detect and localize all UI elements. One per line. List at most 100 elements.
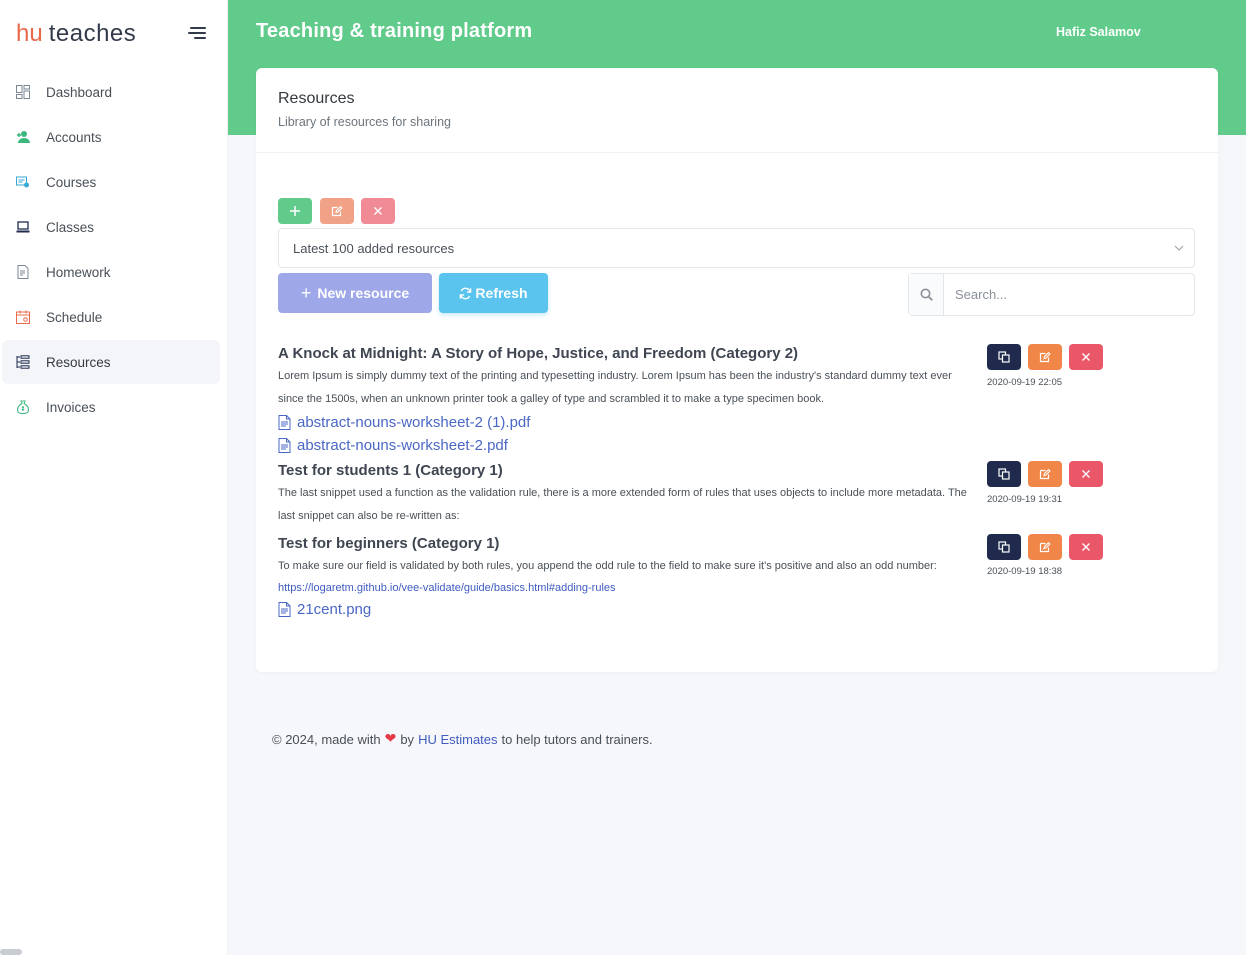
footer: © 2024, made with ❤ by HU Estimates to h… — [272, 730, 653, 749]
footer-prefix: © 2024, made with — [272, 732, 381, 747]
sidebar-item-classes[interactable]: Classes — [2, 205, 220, 249]
platform-title: Teaching & training platform — [256, 20, 533, 42]
search-box — [908, 273, 1195, 316]
delete-button[interactable] — [1069, 344, 1103, 370]
plus-icon — [290, 206, 300, 216]
resource-date: 2020-09-19 19:31 — [987, 494, 1063, 505]
refresh-label: Refresh — [475, 285, 528, 301]
user-menu[interactable]: Hafiz Salamov — [1056, 25, 1141, 39]
page-title: Resources — [278, 90, 355, 107]
delete-category-button[interactable] — [361, 198, 395, 224]
file-name: abstract-nouns-worksheet-2 (1).pdf — [297, 414, 531, 431]
delete-button[interactable] — [1069, 461, 1103, 487]
new-resource-button[interactable]: + New resource — [278, 273, 432, 313]
file-icon — [278, 438, 291, 453]
search-input[interactable] — [944, 274, 1194, 315]
user-plus-icon — [16, 130, 30, 144]
close-icon — [1082, 470, 1090, 478]
copy-icon — [998, 541, 1010, 553]
money-bag-icon — [16, 400, 30, 414]
resource-title[interactable]: Test for students 1 (Category 1) — [278, 462, 978, 480]
plus-icon: + — [300, 282, 312, 303]
edit-button[interactable] — [1028, 344, 1062, 370]
refresh-button[interactable]: Refresh — [439, 273, 548, 313]
resource-description: The last snippet used a function as the … — [278, 487, 967, 522]
sidebar-item-label: Classes — [46, 219, 95, 235]
company-link[interactable]: HU Estimates — [418, 732, 497, 747]
calendar-icon — [16, 310, 30, 324]
refresh-icon — [460, 287, 472, 299]
select-value: Latest 100 added resources — [293, 240, 455, 256]
copy-icon — [998, 351, 1010, 363]
resource-actions — [987, 534, 1103, 560]
resource-title[interactable]: Test for beginners (Category 1) — [278, 535, 978, 553]
sidebar-item-invoices[interactable]: Invoices — [2, 385, 220, 429]
resource-description: Lorem Ipsum is simply dummy text of the … — [278, 370, 952, 405]
resource-actions — [987, 461, 1103, 487]
file-name: abstract-nouns-worksheet-2.pdf — [297, 437, 508, 454]
sidebar-item-dashboard[interactable]: Dashboard — [2, 70, 220, 114]
sidebar-item-schedule[interactable]: Schedule — [2, 295, 220, 339]
heart-icon: ❤ — [384, 730, 397, 746]
close-icon — [374, 207, 382, 215]
sidebar-item-resources[interactable]: Resources — [2, 340, 220, 384]
resource-file[interactable]: abstract-nouns-worksheet-2 (1).pdf — [278, 411, 978, 434]
edit-button[interactable] — [1028, 534, 1062, 560]
sidebar-item-label: Courses — [46, 174, 97, 190]
chevron-down-icon — [1174, 245, 1184, 251]
sidebar-item-homework[interactable]: Homework — [2, 250, 220, 294]
sidebar-item-label: Dashboard — [46, 84, 113, 100]
menu-toggle-icon[interactable] — [186, 25, 206, 41]
resource-item: Test for beginners (Category 1) To make … — [278, 535, 978, 621]
sidebar: hu teaches Dashboard Accounts Courses Cl… — [0, 0, 228, 955]
resources-card: Resources Library of resources for shari… — [256, 68, 1218, 672]
dashboard-icon — [16, 85, 30, 99]
sidebar-item-accounts[interactable]: Accounts — [2, 115, 220, 159]
resource-item: Test for students 1 (Category 1) The las… — [278, 462, 978, 528]
close-icon — [1082, 353, 1090, 361]
sidebar-item-label: Resources — [46, 354, 111, 370]
sidebar-nav: Dashboard Accounts Courses Classes Homew… — [0, 70, 228, 430]
resource-title[interactable]: A Knock at Midnight: A Story of Hope, Ju… — [278, 345, 978, 363]
footer-by: by — [400, 732, 415, 747]
resource-date: 2020-09-19 18:38 — [987, 566, 1063, 577]
resource-file[interactable]: abstract-nouns-worksheet-2.pdf — [278, 434, 978, 457]
resource-link[interactable]: https://logaretm.github.io/vee-validate/… — [278, 578, 978, 598]
resource-description: To make sure our field is validated by b… — [278, 560, 937, 572]
sidebar-item-label: Homework — [46, 264, 111, 280]
resources-icon — [16, 355, 30, 369]
close-icon — [1082, 543, 1090, 551]
resource-file[interactable]: 21cent.png — [278, 598, 978, 621]
file-icon — [278, 602, 291, 617]
copy-button[interactable] — [987, 461, 1021, 487]
card-header: Resources Library of resources for shari… — [256, 68, 1218, 153]
edit-icon — [1039, 468, 1051, 480]
sidebar-item-courses[interactable]: Courses — [2, 160, 220, 204]
sidebar-scrollbar[interactable] — [0, 949, 22, 955]
edit-icon — [1039, 541, 1051, 553]
resource-filter-select[interactable]: Latest 100 added resources — [278, 228, 1195, 268]
page-subtitle: Library of resources for sharing — [278, 115, 451, 129]
courses-icon — [16, 175, 30, 189]
sidebar-item-label: Accounts — [46, 129, 102, 145]
brand-logo[interactable]: hu teaches — [16, 20, 136, 50]
edit-icon — [1039, 351, 1051, 363]
edit-button[interactable] — [1028, 461, 1062, 487]
sidebar-item-label: Schedule — [46, 309, 103, 325]
delete-button[interactable] — [1069, 534, 1103, 560]
resource-item: A Knock at Midnight: A Story of Hope, Ju… — [278, 345, 978, 457]
brand-hu: hu — [16, 20, 43, 47]
laptop-icon — [16, 220, 30, 234]
search-icon — [909, 274, 944, 315]
add-category-button[interactable] — [278, 198, 312, 224]
homework-icon — [16, 265, 30, 279]
brand-name: teaches — [48, 20, 137, 47]
copy-button[interactable] — [987, 534, 1021, 560]
sidebar-item-label: Invoices — [46, 399, 96, 415]
copy-button[interactable] — [987, 344, 1021, 370]
footer-suffix: to help tutors and trainers. — [501, 732, 653, 747]
copy-icon — [998, 468, 1010, 480]
edit-category-button[interactable] — [320, 198, 354, 224]
new-resource-label: New resource — [317, 285, 410, 301]
file-icon — [278, 415, 291, 430]
